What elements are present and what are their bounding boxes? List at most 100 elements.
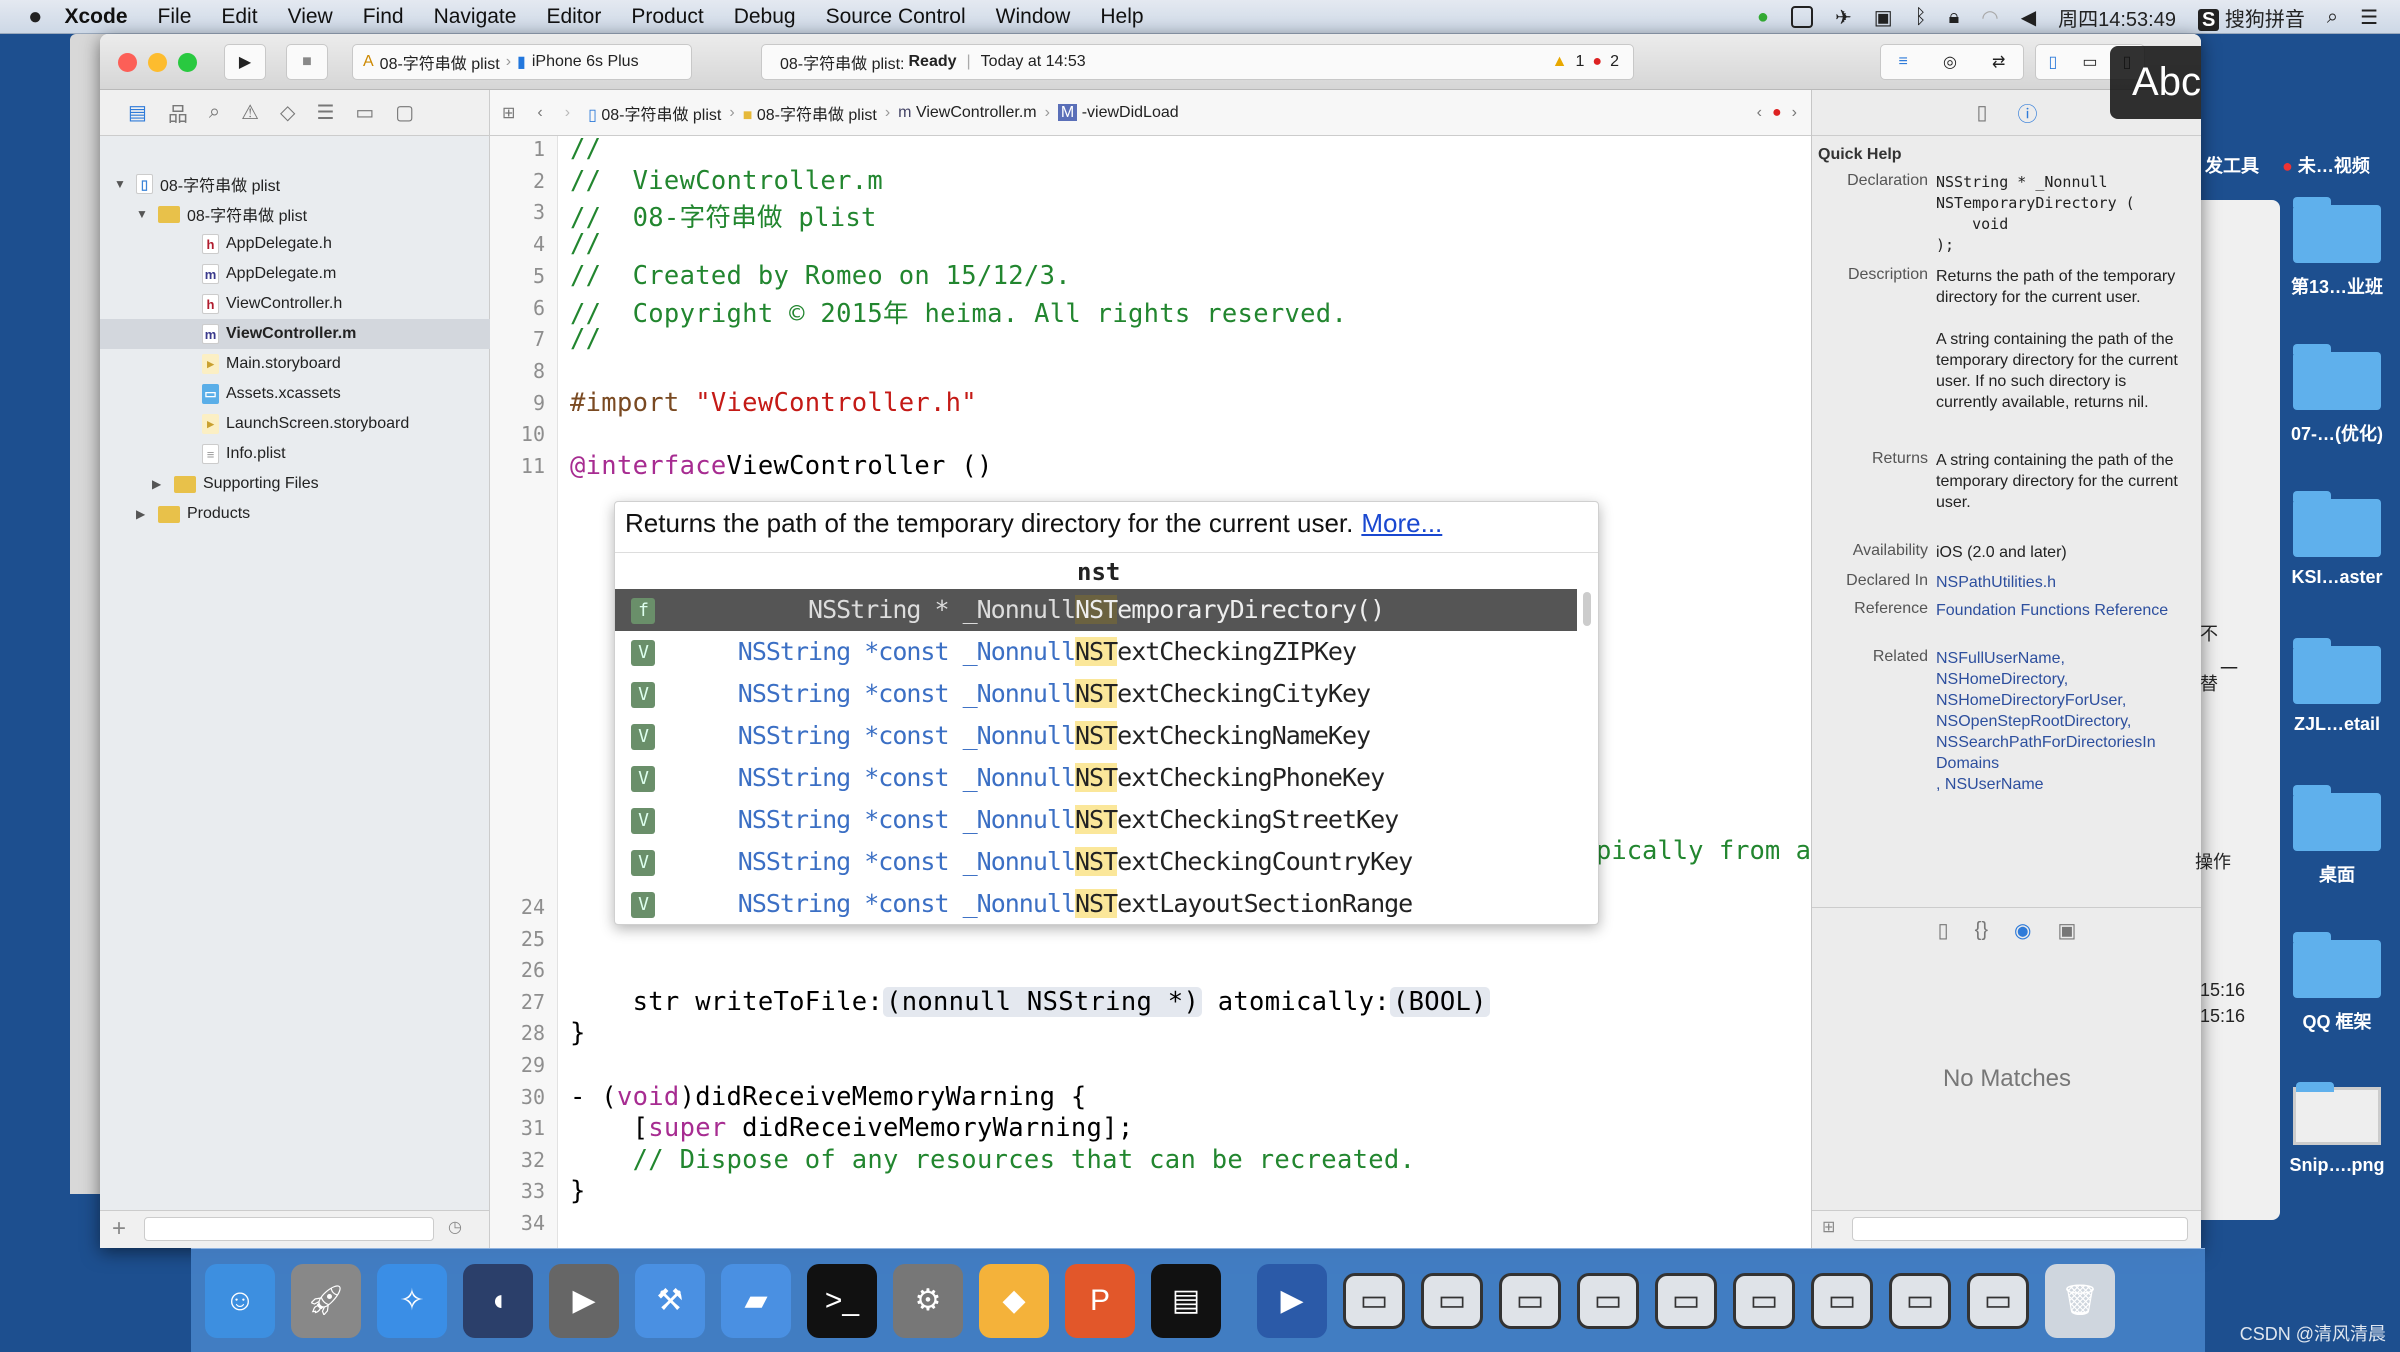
system-preferences-icon[interactable]: ⚙ <box>893 1263 963 1338</box>
screenshot-stack-icon[interactable]: ▭ <box>1577 1272 1639 1329</box>
notification-center-icon[interactable]: ☰ <box>2360 5 2378 30</box>
completion-item[interactable]: V NSString *const _Nonnull NSTextCheckingC… <box>615 841 1577 883</box>
desktop-item[interactable]: KSI…aster <box>2282 491 2392 588</box>
code-line[interactable]: // Dispose of any resources that can be … <box>570 1145 1415 1175</box>
previous-issue-icon[interactable]: ‹ <box>1757 104 1762 122</box>
menu-find[interactable]: Find <box>363 5 404 29</box>
desktop-item[interactable]: 07-…(优化) <box>2282 344 2392 446</box>
menu-debug[interactable]: Debug <box>734 5 796 29</box>
disclosure-triangle-icon[interactable]: ▼ <box>114 177 128 191</box>
screenshot-stack-icon[interactable]: ▭ <box>1343 1272 1405 1329</box>
standard-editor-icon[interactable]: ≡ <box>1899 53 1908 71</box>
powerpoint-icon[interactable]: P <box>1065 1263 1135 1338</box>
navigator-item[interactable]: ▸ Main.storyboard <box>100 349 490 379</box>
run-button[interactable]: ▶ <box>224 44 266 80</box>
breakpoint-navigator-icon[interactable]: ▭ <box>355 100 374 125</box>
code-line[interactable]: // <box>570 229 601 259</box>
volume-icon[interactable]: ◀ <box>2021 5 2036 30</box>
issue-navigator-icon[interactable]: ⚠ <box>241 100 259 125</box>
recent-filter-icon[interactable]: ◷ <box>448 1217 462 1237</box>
add-icon[interactable]: + <box>112 1215 126 1243</box>
desktop-item[interactable]: QQ 框架 <box>2282 932 2392 1034</box>
launchpad-icon[interactable]: 🚀︎ <box>291 1263 361 1338</box>
file-inspector-icon[interactable]: ▯ <box>1976 100 1987 125</box>
status-app-icon[interactable]: ● <box>1757 6 1769 29</box>
quicktime-icon[interactable]: ▶ <box>1257 1263 1327 1338</box>
screenshot-stack-icon[interactable]: ▭ <box>1421 1272 1483 1329</box>
code-snippet-library-icon[interactable]: {} <box>1975 919 1988 942</box>
console-icon[interactable]: ▤ <box>1151 1263 1221 1338</box>
desktop-item[interactable]: 桌面 <box>2282 785 2392 887</box>
completion-item[interactable]: V NSString *const _Nonnull NSTextCheckingN… <box>615 715 1577 757</box>
version-editor-icon[interactable]: ⇄ <box>1992 52 2005 72</box>
issue-counts[interactable]: ▲ 1 ● 2 <box>1552 53 1619 71</box>
file-template-library-icon[interactable]: ▯ <box>1938 918 1949 943</box>
menu-edit[interactable]: Edit <box>221 5 257 29</box>
menu-help[interactable]: Help <box>1100 5 1143 29</box>
grid-view-icon[interactable]: ⊞ <box>1822 1217 1835 1237</box>
desktop-item[interactable]: ZJL…etail <box>2282 638 2392 735</box>
navigator-item[interactable]: ▭ Assets.xcassets <box>100 379 490 409</box>
object-library-icon[interactable]: ◉ <box>2014 918 2031 943</box>
clock[interactable]: 周四14:53:49 <box>2058 3 2176 32</box>
navigator-toggle-icon[interactable]: ▯ <box>2049 52 2058 72</box>
xcode-icon[interactable]: ⚒ <box>635 1263 705 1338</box>
navigator-item[interactable]: ▸ LaunchScreen.storyboard <box>100 409 490 439</box>
wifi-icon[interactable]: ◠ <box>1981 5 1998 30</box>
trash-icon[interactable]: 🗑︎ <box>2045 1263 2115 1338</box>
next-issue-icon[interactable]: › <box>1792 104 1797 122</box>
code-line[interactable]: } <box>570 1018 586 1048</box>
symbol-navigator-icon[interactable]: 品 <box>168 98 188 127</box>
screenshot-stack-icon[interactable]: ▭ <box>1811 1272 1873 1329</box>
jump-method[interactable]: M -viewDidLoad <box>1057 103 1179 122</box>
navigator-item[interactable]: ▶ Products <box>100 499 490 529</box>
code-line[interactable]: // Copyright © 2015年 heima. All rights r… <box>570 293 1347 330</box>
quick-help-value[interactable]: NSPathUtilities.h <box>1936 572 2186 593</box>
menu-xcode[interactable]: Xcode <box>65 5 128 29</box>
desktop-label-dev-tools[interactable]: 发工具 <box>2205 152 2259 178</box>
navigator-item[interactable]: ▼ 08-字符串做 plist <box>100 199 490 229</box>
desktop-item[interactable]: 第13…业班 <box>2282 197 2392 299</box>
video-icon[interactable]: ▶ <box>549 1263 619 1338</box>
assistant-editor-icon[interactable]: ◎ <box>1943 52 1957 72</box>
spotlight-icon[interactable]: ⌕ <box>2327 6 2338 29</box>
menu-window[interactable]: Window <box>996 5 1071 29</box>
report-navigator-icon[interactable]: ▢ <box>395 100 414 125</box>
navigator-filter-input[interactable] <box>144 1217 434 1241</box>
navigator-item[interactable]: h AppDelegate.h <box>100 229 490 259</box>
disclosure-triangle-icon[interactable]: ▶ <box>136 507 150 521</box>
related-items-icon[interactable]: ⊞ <box>502 103 515 123</box>
navigator-item[interactable]: m AppDelegate.m <box>100 259 490 289</box>
menu-navigate[interactable]: Navigate <box>434 5 517 29</box>
quick-help-icon[interactable]: ⓘ <box>2018 98 2038 127</box>
disclosure-triangle-icon[interactable]: ▶ <box>152 477 166 491</box>
code-line[interactable]: #import "ViewController.h" <box>570 388 977 418</box>
navigator-item[interactable]: ▼ ▯ 08-字符串做 plist <box>100 169 490 199</box>
completion-item[interactable]: V NSString *const _Nonnull NSTextLayoutSec… <box>615 883 1577 924</box>
code-line[interactable]: [super didReceiveMemoryWarning]; <box>570 1113 1134 1143</box>
test-navigator-icon[interactable]: ◇ <box>280 100 295 125</box>
safari-icon[interactable]: ✧ <box>377 1263 447 1338</box>
forward-button[interactable]: › <box>565 104 570 122</box>
lock-icon[interactable]: 🔒︎ <box>1949 6 1960 29</box>
navigator-item[interactable]: ▶ Supporting Files <box>100 469 490 499</box>
code-line[interactable]: - (void)didReceiveMemoryWarning { <box>570 1082 1087 1112</box>
menu-view[interactable]: View <box>288 5 333 29</box>
quick-help-value[interactable]: NSFullUserName, NSHomeDirectory, NSHomeD… <box>1936 648 2186 795</box>
screenshot-stack-icon[interactable]: ▭ <box>1889 1272 1951 1329</box>
stop-button[interactable]: ■ <box>286 44 328 80</box>
placeholder-token[interactable]: (nonnull NSString *) <box>883 986 1203 1017</box>
minimize-button[interactable] <box>148 53 167 72</box>
input-method[interactable]: S 搜狗拼音 <box>2197 3 2305 32</box>
media-library-icon[interactable]: ▣ <box>2057 918 2076 943</box>
screenshot-stack-icon[interactable]: ▭ <box>1967 1272 2029 1329</box>
code-line[interactable]: } <box>570 1176 586 1206</box>
completion-item[interactable]: V NSString *const _Nonnull NSTextCheckingS… <box>615 799 1577 841</box>
jump-file[interactable]: m ViewController.m <box>898 104 1036 122</box>
code-line[interactable]: // <box>570 134 601 164</box>
find-navigator-icon[interactable]: ⌕ <box>209 101 220 124</box>
screenshot-stack-icon[interactable]: ▭ <box>1655 1272 1717 1329</box>
placeholder-token[interactable]: (BOOL) <box>1389 986 1490 1017</box>
debug-navigator-icon[interactable]: ☰ <box>316 100 334 125</box>
navigator-item[interactable]: ≡ Info.plist <box>100 439 490 469</box>
